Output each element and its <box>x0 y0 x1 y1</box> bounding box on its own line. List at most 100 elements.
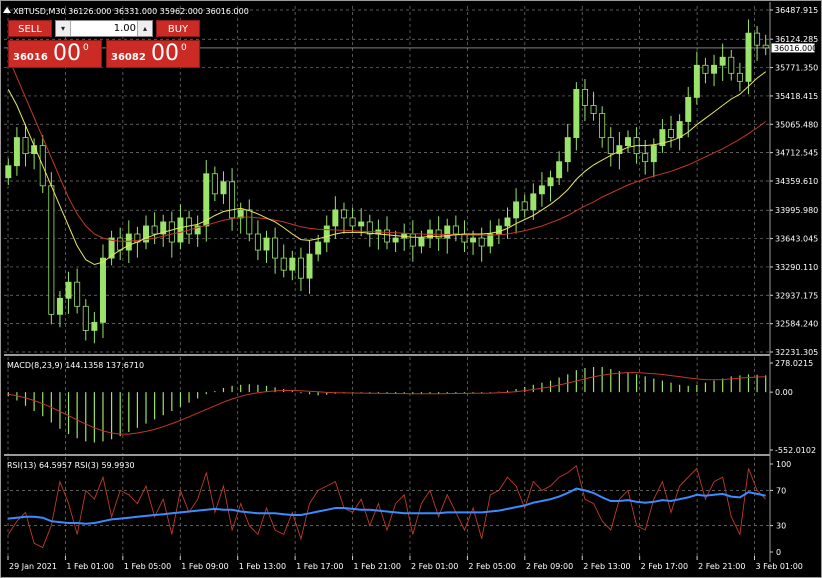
time-axis-label: 1 Feb 13:00 <box>239 562 286 571</box>
price-candle <box>151 225 158 235</box>
time-axis-label: 2 Feb 21:00 <box>698 562 745 571</box>
price-candle <box>728 56 735 74</box>
price-candle <box>392 237 399 243</box>
price-candle <box>358 221 365 227</box>
price-candle <box>685 97 692 122</box>
price-candle <box>547 177 554 187</box>
price-candle <box>495 225 502 235</box>
rsi-fast-line <box>7 465 767 549</box>
price-candle <box>530 193 537 211</box>
price-candle <box>254 233 261 251</box>
price-candle <box>470 237 477 243</box>
time-axis-label: 3 Feb 01:00 <box>756 562 803 571</box>
time-axis-label: 1 Feb 01:00 <box>66 562 113 571</box>
one-click-trading-panel: SELL ▾ 1.00 ▴ BUY 36016 00 0 36082 00 0 <box>8 20 200 68</box>
price-candle <box>272 237 279 259</box>
price-candle <box>366 221 373 235</box>
price-candle <box>168 221 175 243</box>
time-axis-label: 2 Feb 01:00 <box>411 562 458 571</box>
macd-axis-label: 278.0215 <box>775 359 813 368</box>
rsi-axis-label: 0 <box>776 548 781 557</box>
price-axis-label: 32937.175 <box>775 291 818 300</box>
price-axis-label: 35771.350 <box>775 64 818 73</box>
price-candle <box>668 129 675 138</box>
price-candle <box>323 225 330 243</box>
price-candle <box>452 225 459 235</box>
price-axis-label: 35065.480 <box>775 120 818 129</box>
price-candle <box>736 72 743 82</box>
price-candle <box>754 32 761 46</box>
time-axis-label: 2 Feb 17:00 <box>641 562 688 571</box>
time-axis-label: 2 Feb 09:00 <box>526 562 573 571</box>
time-axis-label: 29 Jan 2021 <box>9 562 57 571</box>
price-candle <box>487 233 494 247</box>
sell-price-box[interactable]: 36016 00 0 <box>8 40 102 68</box>
current-price-label: 36016.000 <box>774 44 817 53</box>
price-candle <box>693 64 700 98</box>
price-candle <box>521 201 528 211</box>
price-candle <box>289 257 296 271</box>
price-axis-label: 32231.305 <box>775 348 818 357</box>
price-candle <box>280 257 287 271</box>
sell-price-small: 36016 <box>13 52 48 63</box>
buy-price-big: 00 <box>151 41 179 66</box>
price-candle <box>315 241 322 255</box>
macd-axis-label: 0.00 <box>775 388 793 397</box>
price-candle <box>211 173 218 195</box>
price-candle <box>625 137 631 147</box>
price-candle <box>607 137 614 155</box>
lot-decrease-icon[interactable]: ▾ <box>56 21 71 36</box>
price-axis-label: 34712.545 <box>775 149 818 158</box>
price-candle <box>125 233 132 251</box>
price-candle <box>642 153 649 163</box>
price-axis-label: 32584.240 <box>775 320 818 329</box>
chart-canvas[interactable]: 36487.91536124.28535771.35035418.4153506… <box>0 0 822 578</box>
time-axis-label: 1 Feb 05:00 <box>124 562 171 571</box>
price-candle <box>22 137 29 155</box>
price-candle <box>117 237 124 251</box>
price-candle <box>203 173 210 227</box>
price-axis-label: 33995.980 <box>775 206 818 215</box>
time-axis-label: 2 Feb 13:00 <box>583 562 630 571</box>
price-candle <box>745 32 752 82</box>
lot-size-stepper[interactable]: ▾ 1.00 ▴ <box>55 20 153 37</box>
price-axis-label: 36487.915 <box>775 6 818 15</box>
price-candle <box>246 209 253 235</box>
price-candle <box>297 257 304 279</box>
price-candle <box>418 237 425 247</box>
price-candle <box>65 281 72 299</box>
rsi-axis-label: 70 <box>776 486 786 495</box>
sell-button[interactable]: SELL <box>8 20 52 37</box>
price-candle <box>340 209 347 219</box>
time-axis-label: 2 Feb 05:00 <box>468 562 515 571</box>
price-axis-label: 33290.110 <box>775 263 818 272</box>
chart-symbol-header: XBTUSD,M30 36126.000 36331.000 35962.000… <box>13 7 249 16</box>
rsi-axis-label: 30 <box>776 522 786 531</box>
buy-price-sup: 0 <box>181 43 187 53</box>
price-candle <box>556 161 563 179</box>
price-candle <box>56 297 63 315</box>
buy-price-box[interactable]: 36082 00 0 <box>106 40 200 68</box>
price-candle <box>409 233 416 247</box>
price-candle <box>220 181 227 195</box>
macd-signal-line <box>8 372 766 435</box>
price-candle <box>349 217 356 227</box>
price-candle <box>711 64 718 74</box>
buy-price-small: 36082 <box>111 52 146 63</box>
price-candle <box>306 253 313 279</box>
price-candle <box>676 121 683 138</box>
sell-price-sup: 0 <box>83 43 89 53</box>
rsi-axis-label: 100 <box>776 460 791 469</box>
lot-size-input[interactable]: 1.00 <box>72 21 136 36</box>
price-candle <box>177 217 184 243</box>
price-candle <box>590 105 597 114</box>
buy-button[interactable]: BUY <box>156 20 200 37</box>
price-axis-label: 35418.415 <box>775 92 818 101</box>
price-candle <box>599 113 606 138</box>
price-candle <box>13 137 20 167</box>
price-candle <box>99 257 106 323</box>
sell-price-big: 00 <box>53 41 81 66</box>
price-candle <box>513 201 520 219</box>
time-axis-label: 1 Feb 21:00 <box>354 562 401 571</box>
lot-increase-icon[interactable]: ▴ <box>137 21 152 36</box>
